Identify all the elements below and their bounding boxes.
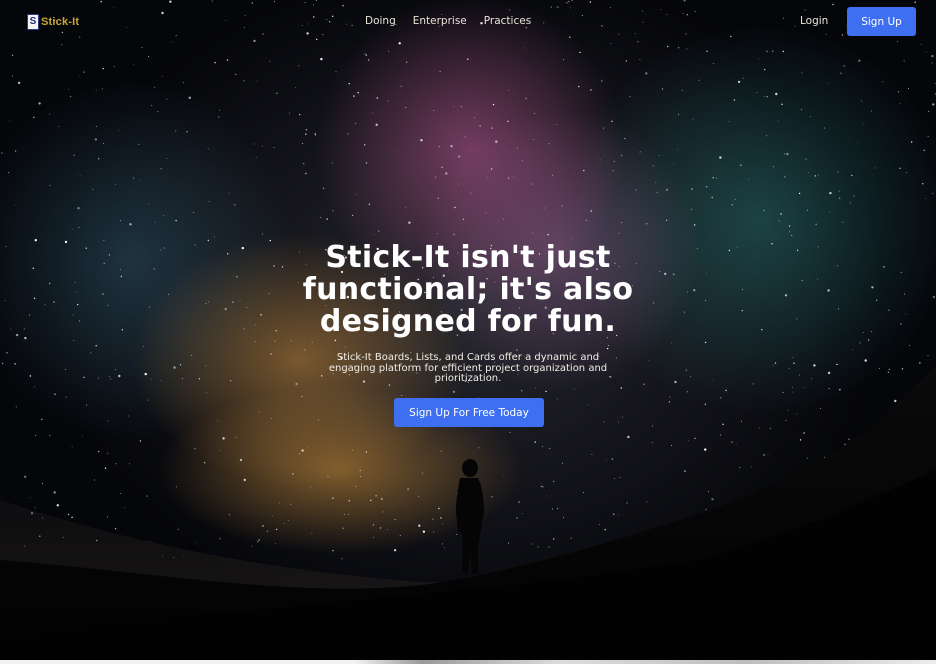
hero-subtitle: Stick-It Boards, Lists, and Cards offer …	[328, 352, 608, 384]
hero-headline: Stick-It isn't just functional; it's als…	[302, 240, 634, 339]
nav-link-practices[interactable]: Practices	[484, 15, 531, 27]
top-navbar: S Stick-It Doing Enterprise Practices Lo…	[0, 0, 936, 44]
login-link[interactable]: Login	[800, 15, 828, 27]
nav-link-doing[interactable]: Doing	[365, 15, 396, 27]
hero-section: S Stick-It Doing Enterprise Practices Lo…	[0, 0, 936, 664]
logo-icon: S	[27, 14, 39, 30]
brand-logo[interactable]: S Stick-It	[27, 14, 79, 30]
signup-button[interactable]: Sign Up	[847, 7, 916, 36]
signup-free-button[interactable]: Sign Up For Free Today	[394, 398, 544, 427]
nav-link-enterprise[interactable]: Enterprise	[413, 15, 467, 27]
nav-links: Doing Enterprise Practices	[365, 15, 531, 27]
brand-name: Stick-It	[41, 16, 80, 28]
next-section-edge	[0, 660, 936, 664]
